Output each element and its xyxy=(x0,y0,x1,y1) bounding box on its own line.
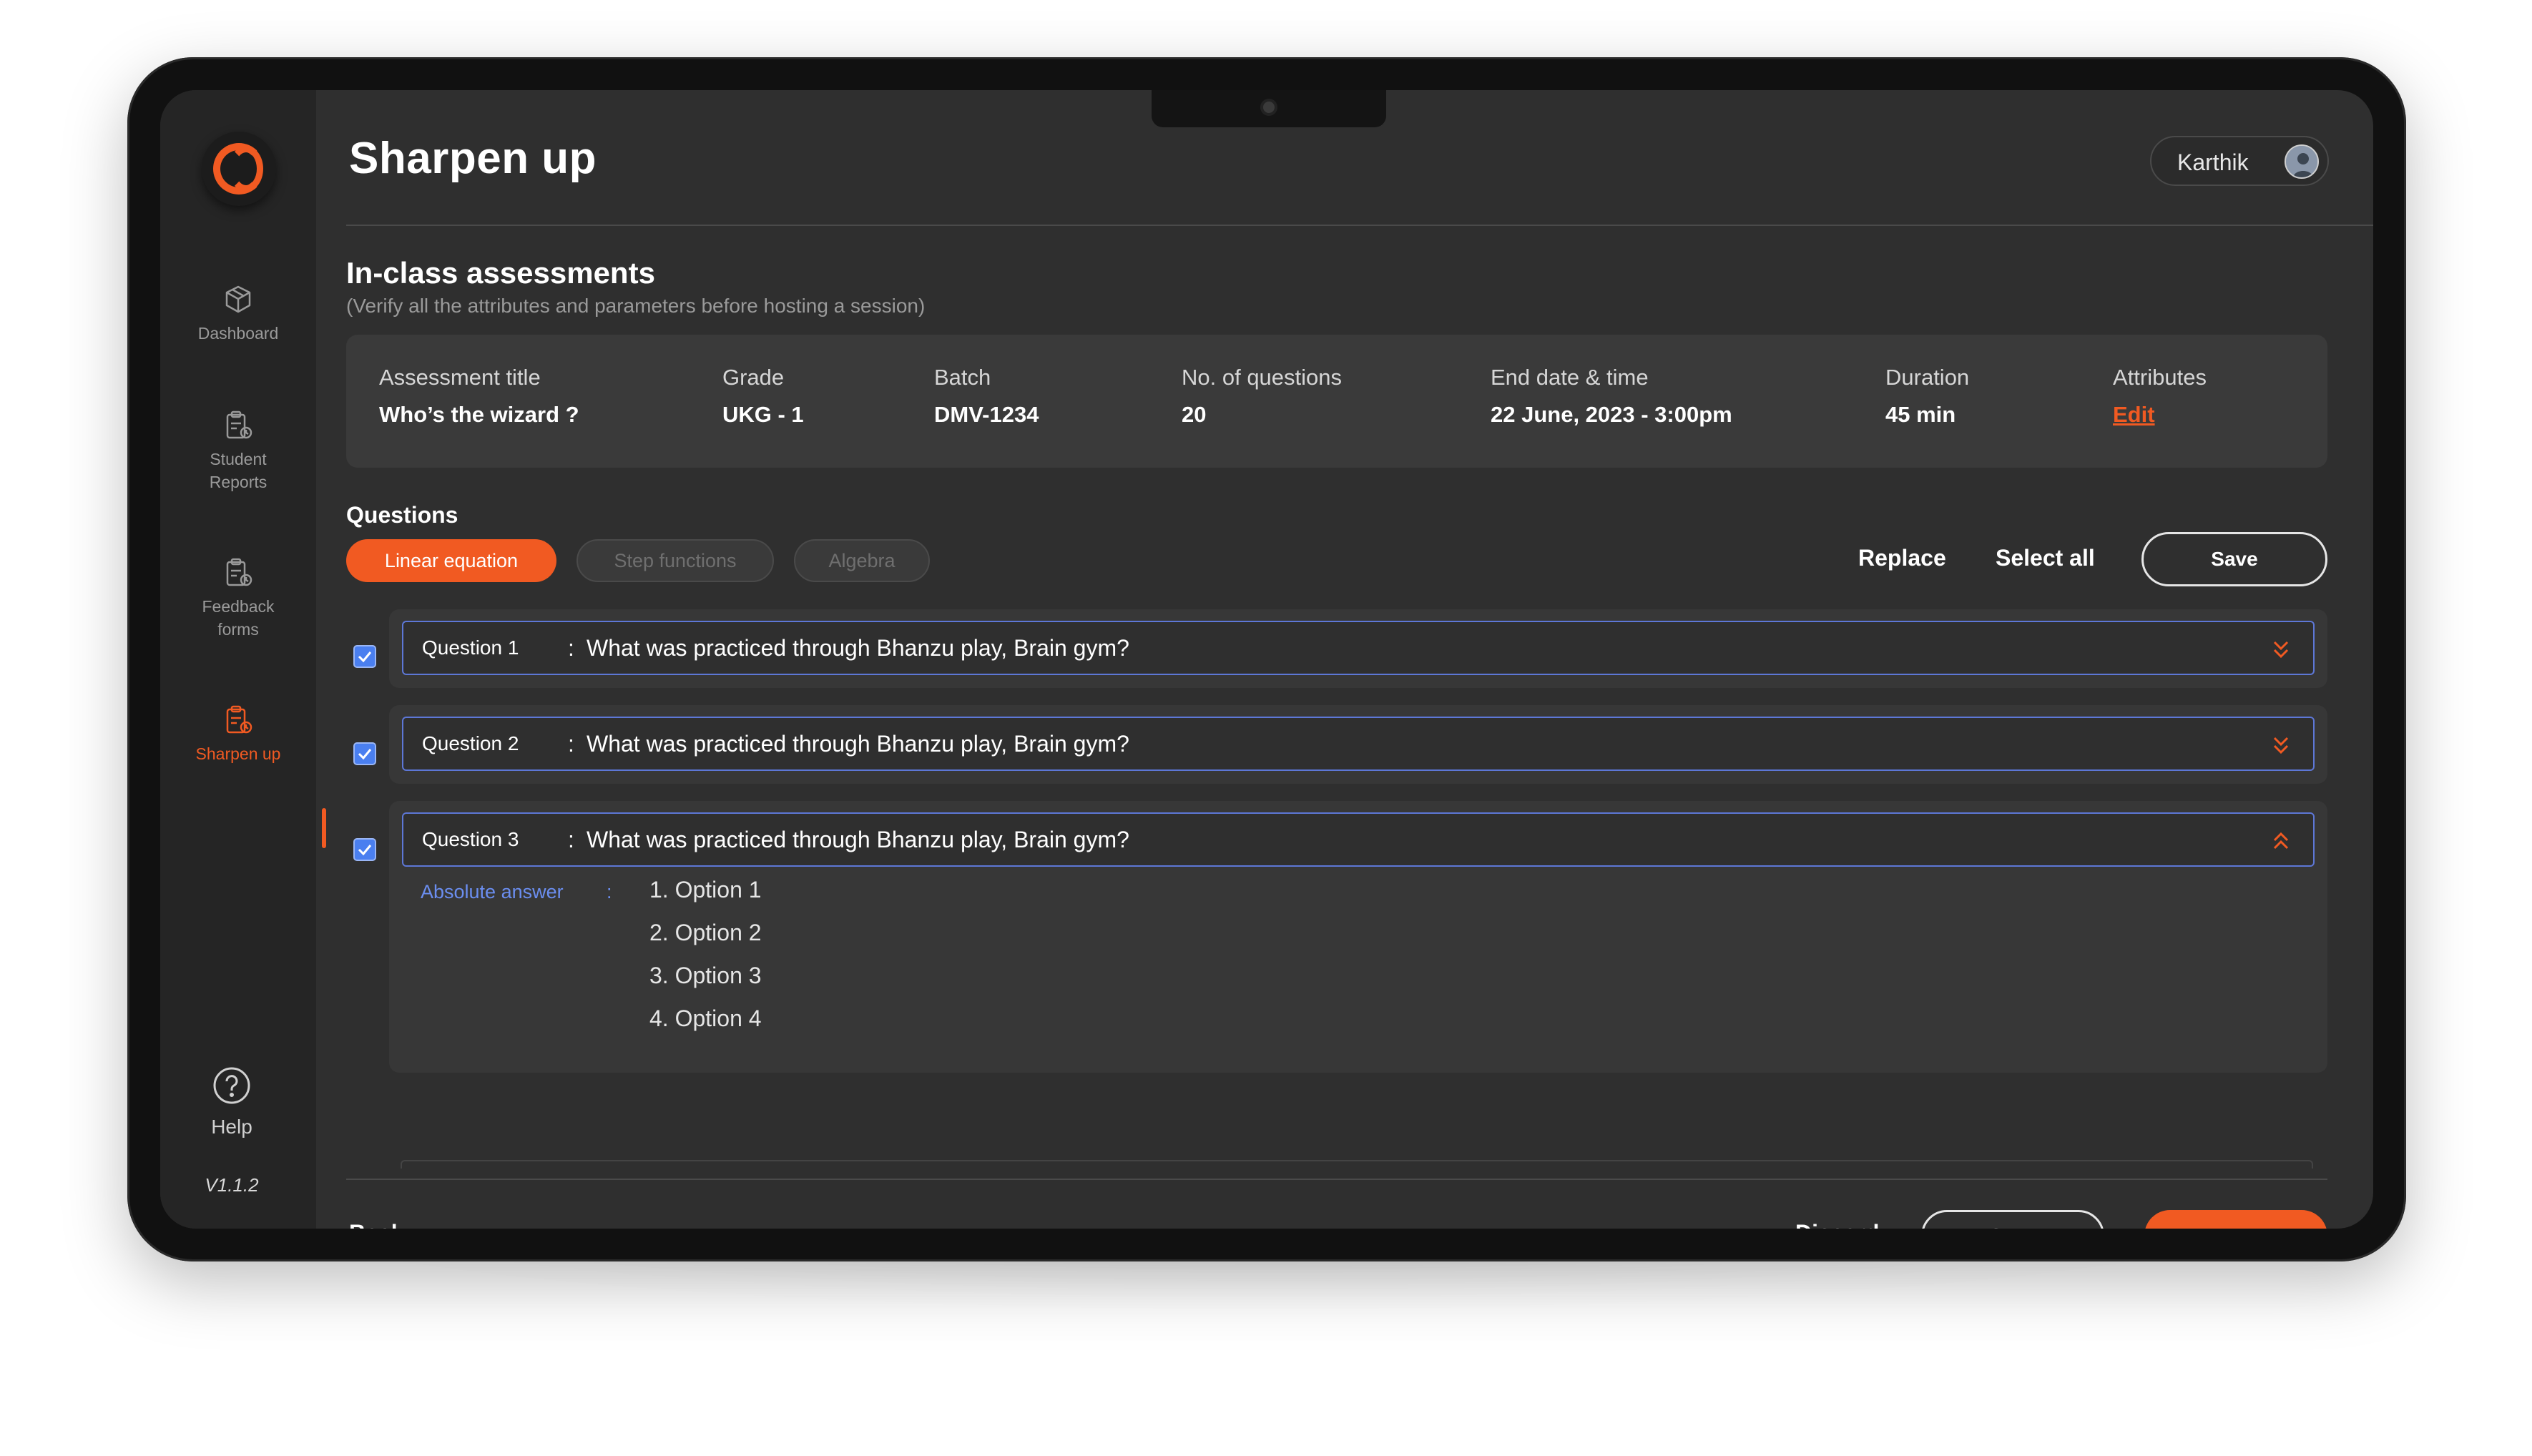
grade-field: Grade UKG - 1 xyxy=(722,365,804,428)
answer-option: 3. Option 3 xyxy=(649,963,762,988)
question-text: What was practiced through Bhanzu play, … xyxy=(587,731,1129,757)
camera-icon xyxy=(1260,99,1277,116)
question-number: Question 3 xyxy=(422,828,519,850)
edit-attributes-link[interactable]: Edit xyxy=(2113,402,2207,428)
help-label: Help xyxy=(211,1116,252,1138)
answer-option: 4. Option 4 xyxy=(649,1005,762,1031)
avatar xyxy=(2285,144,2319,179)
help-button[interactable]: Help xyxy=(189,1066,275,1138)
clipboard-report-icon xyxy=(226,410,252,439)
field-label: Batch xyxy=(934,365,991,390)
question-2-checkbox[interactable] xyxy=(353,742,376,765)
answer-option: 2. Option 2 xyxy=(649,920,762,945)
assessment-info-card: Assessment title Who’s the wizard ? Grad… xyxy=(346,335,2327,468)
attributes-field: Attributes Edit xyxy=(2113,365,2207,428)
question-text: What was practiced through Bhanzu play, … xyxy=(587,827,1129,852)
question-2-row[interactable]: Question 2 : What was practiced through … xyxy=(402,717,2315,771)
field-label: No. of questions xyxy=(1182,365,1343,390)
back-button[interactable]: Back xyxy=(349,1220,404,1229)
app-screen: Dashboard Student Reports Feedback forms… xyxy=(160,90,2373,1229)
answer-label: Absolute answer xyxy=(421,881,564,902)
question-3-row[interactable]: Question 3 : What was practiced through … xyxy=(402,812,2315,867)
sidebar-item-label: Sharpen up xyxy=(195,744,281,763)
active-nav-indicator xyxy=(322,808,326,848)
question-card: Question 2 : What was practiced through … xyxy=(389,705,2327,784)
clipboard-sharpen-icon xyxy=(226,705,252,734)
sidebar-item-label: Student Reports xyxy=(209,450,268,491)
sidebar-item-dashboard[interactable]: Dashboard xyxy=(160,283,316,345)
checkmark-icon xyxy=(358,651,372,663)
questions-heading: Questions xyxy=(346,502,458,528)
separator: : xyxy=(568,731,574,757)
separator: : xyxy=(568,635,574,661)
sidebar-item-sharpen-up[interactable]: Sharpen up xyxy=(160,704,316,765)
user-profile-chip[interactable]: Karthik xyxy=(2150,136,2329,186)
field-label: Grade xyxy=(722,365,785,390)
question-circle-icon xyxy=(213,1067,250,1104)
select-all-button[interactable]: Select all xyxy=(1996,545,2095,571)
host-button[interactable]: Host xyxy=(2144,1210,2327,1229)
discard-button[interactable]: Discard xyxy=(1795,1220,1879,1229)
sidebar-item-student-reports[interactable]: Student Reports xyxy=(160,409,316,493)
chevron-down-icon[interactable] xyxy=(2270,636,2292,662)
sidebar-item-label: Feedback forms xyxy=(202,597,275,639)
end-datetime-field: End date & time 22 June, 2023 - 3:00pm xyxy=(1491,365,1732,428)
question-count-field: No. of questions 20 xyxy=(1182,365,1342,428)
header-divider xyxy=(346,225,2373,226)
app-version: V1.1.2 xyxy=(205,1174,259,1196)
clipboard-feedback-icon xyxy=(226,558,252,586)
question-3-checkbox[interactable] xyxy=(353,838,376,861)
page-title: Sharpen up xyxy=(349,134,597,183)
chevron-down-icon[interactable] xyxy=(2270,732,2292,758)
checkmark-icon xyxy=(358,845,372,856)
field-label: Duration xyxy=(1885,365,1970,390)
question-number: Question 2 xyxy=(422,732,519,754)
replace-button[interactable]: Replace xyxy=(1858,545,1946,571)
batch-field: Batch DMV-1234 xyxy=(934,365,1039,428)
logo-inner-arc xyxy=(229,146,263,192)
question-card-expanded: Question 3 : What was practiced through … xyxy=(389,801,2327,1073)
duration-field: Duration 45 min xyxy=(1885,365,1969,428)
assessment-title-field: Assessment title Who’s the wizard ? xyxy=(379,365,579,428)
question-card: Question 1 : What was practiced through … xyxy=(389,609,2327,688)
topic-chip-step-functions[interactable]: Step functions xyxy=(576,539,774,582)
sidebar-item-label: Dashboard xyxy=(197,324,279,343)
question-1-checkbox[interactable] xyxy=(353,645,376,668)
question-4-row-partial xyxy=(401,1160,2313,1169)
field-value: DMV-1234 xyxy=(934,402,1039,427)
field-value: 45 min xyxy=(1885,402,1956,427)
chevron-up-icon[interactable] xyxy=(2270,828,2292,854)
topic-chip-linear-equation[interactable]: Linear equation xyxy=(346,539,556,582)
camera-notch xyxy=(1152,90,1386,127)
brand-logo[interactable] xyxy=(202,132,276,206)
footer-divider xyxy=(346,1179,2327,1180)
field-label: Assessment title xyxy=(379,365,541,390)
field-value: Who’s the wizard ? xyxy=(379,402,579,427)
user-name: Karthik xyxy=(2177,149,2249,175)
section-title: In-class assessments xyxy=(346,256,655,290)
checkmark-icon xyxy=(358,749,372,760)
question-text: What was practiced through Bhanzu play, … xyxy=(587,635,1129,661)
question-1-row[interactable]: Question 1 : What was practiced through … xyxy=(402,621,2315,675)
answer-option: 1. Option 1 xyxy=(649,877,762,902)
save-button[interactable]: Save xyxy=(1921,1210,2104,1229)
field-label: End date & time xyxy=(1491,365,1649,390)
topic-chip-algebra[interactable]: Algebra xyxy=(794,539,930,582)
section-subtitle: (Verify all the attributes and parameter… xyxy=(346,295,926,317)
field-label: Attributes xyxy=(2113,365,2207,390)
sidebar-item-feedback-forms[interactable]: Feedback forms xyxy=(160,556,316,641)
save-questions-button[interactable]: Save xyxy=(2141,532,2327,586)
sidebar: Dashboard Student Reports Feedback forms… xyxy=(160,90,316,1229)
field-value: 20 xyxy=(1182,402,1207,427)
question-number: Question 1 xyxy=(422,636,519,659)
field-value: UKG - 1 xyxy=(722,402,804,427)
user-avatar-icon xyxy=(2286,146,2317,177)
separator: : xyxy=(607,881,612,902)
cube-icon xyxy=(225,285,251,313)
separator: : xyxy=(568,827,574,852)
tablet-device-frame: Dashboard Student Reports Feedback forms… xyxy=(127,57,2406,1261)
field-value: 22 June, 2023 - 3:00pm xyxy=(1491,402,1732,427)
